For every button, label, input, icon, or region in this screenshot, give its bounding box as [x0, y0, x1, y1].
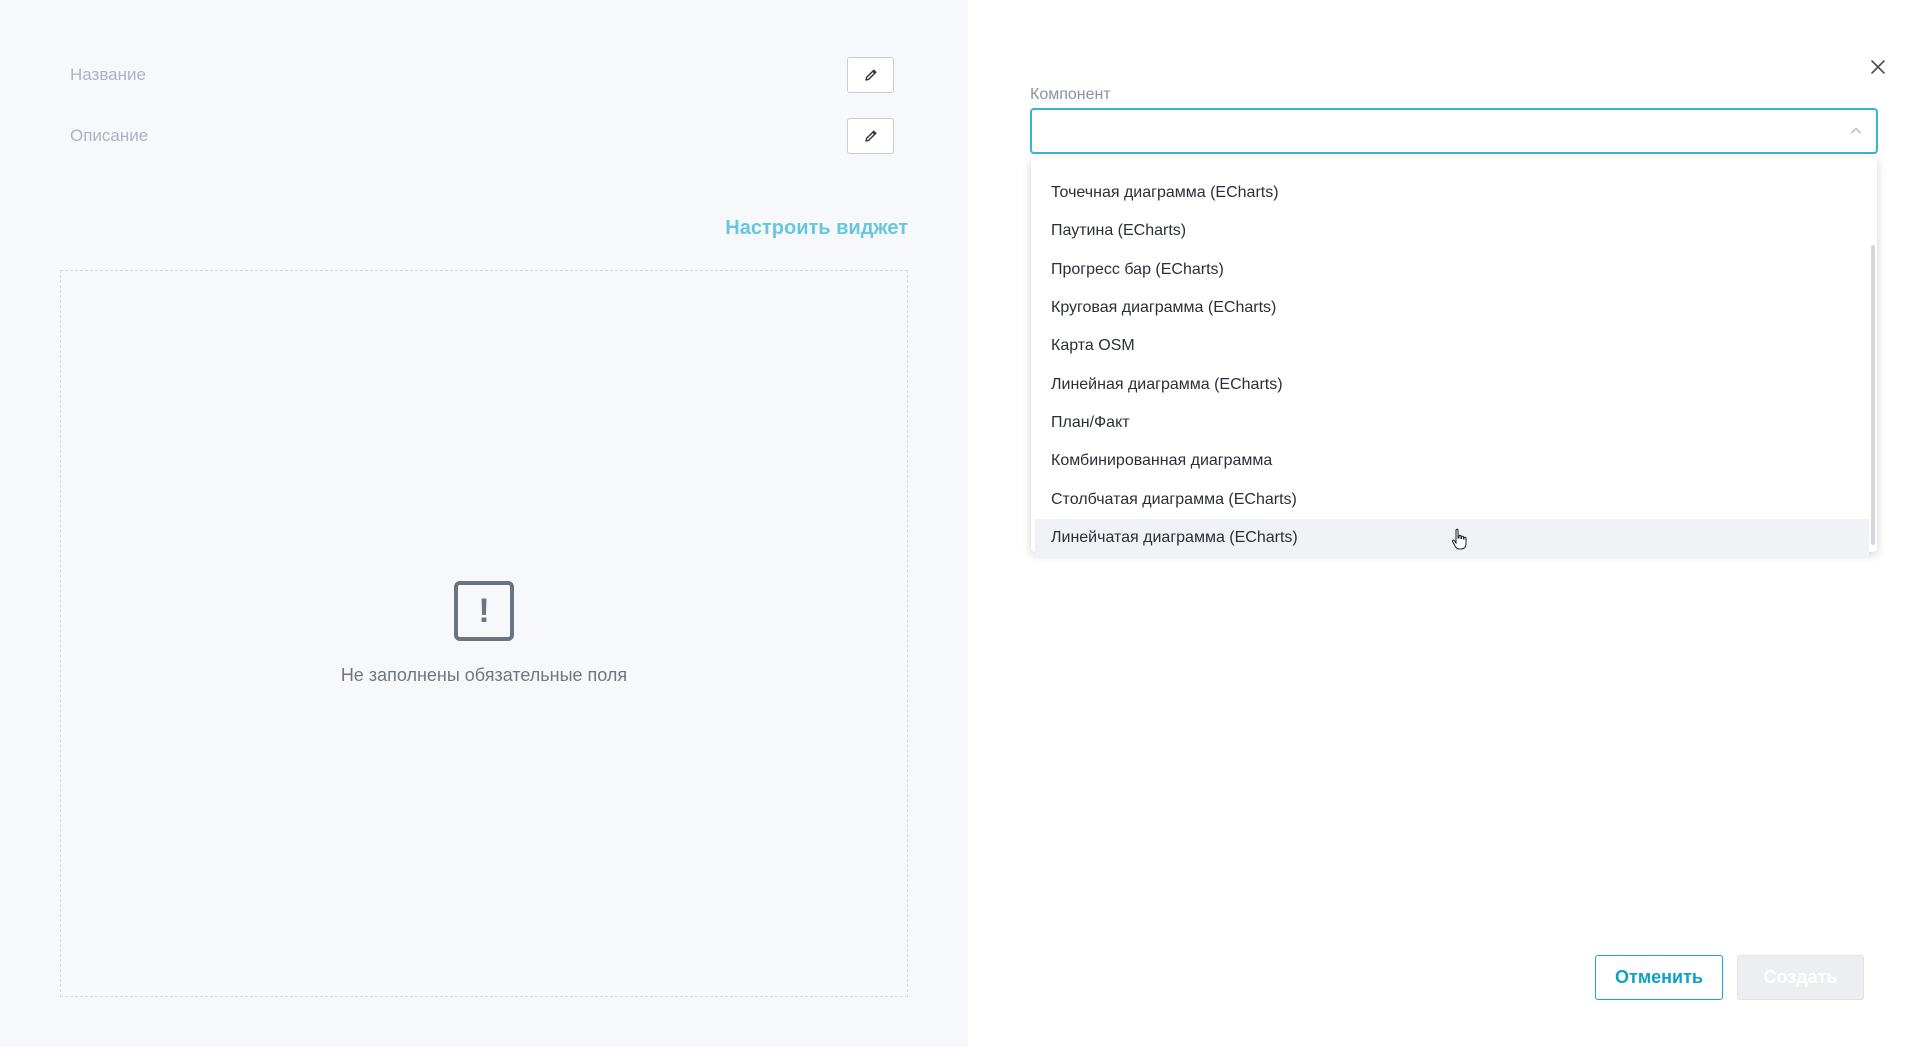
dropdown-option[interactable]: Точечная диаграмма (ECharts)	[1035, 174, 1869, 212]
create-button[interactable]: Создать	[1737, 955, 1864, 1000]
pencil-icon	[864, 130, 876, 142]
edit-description-button[interactable]	[847, 118, 894, 154]
widget-preview-panel: Название Описание Настроить виджет ! Не …	[0, 0, 968, 1047]
warning-icon: !	[454, 581, 514, 641]
component-settings-panel: Компонент Точечная диаграмма (ECharts) Па…	[968, 0, 1919, 1047]
close-icon[interactable]	[1867, 56, 1889, 78]
name-field-row: Название	[70, 55, 894, 95]
dropdown-option[interactable]: Комбинированная диаграмма	[1035, 442, 1869, 480]
dropdown-option[interactable]: Паутина (ECharts)	[1035, 212, 1869, 250]
component-select[interactable]	[1030, 108, 1878, 154]
dropdown-option[interactable]: План/Факт	[1035, 404, 1869, 442]
edit-name-button[interactable]	[847, 57, 894, 93]
dropdown-option[interactable]: Карта OSM	[1035, 327, 1869, 365]
dropdown-list: Точечная диаграмма (ECharts) Паутина (ECh…	[1035, 174, 1869, 557]
chevron-up-icon[interactable]	[1848, 123, 1864, 139]
configure-widget-link[interactable]: Настроить виджет	[725, 217, 908, 240]
widget-preview-area: ! Не заполнены обязательные поля	[60, 270, 908, 997]
description-label: Описание	[70, 126, 149, 145]
widget-editor-dialog: Название Описание Настроить виджет ! Не …	[0, 0, 1919, 1047]
empty-state: ! Не заполнены обязательные поля	[61, 581, 907, 686]
dropdown-option[interactable]: Круговая диаграмма (ECharts)	[1035, 289, 1869, 327]
description-field-row: Описание	[70, 116, 894, 156]
cancel-button[interactable]: Отменить	[1595, 955, 1723, 1000]
dropdown-scrollbar[interactable]	[1871, 245, 1875, 545]
dropdown-option[interactable]: Столбчатая диаграмма (ECharts)	[1035, 480, 1869, 518]
component-label: Компонент	[1030, 86, 1111, 103]
empty-state-message: Не заполнены обязательные поля	[340, 665, 628, 685]
dropdown-option[interactable]: Прогресс бар (ECharts)	[1035, 251, 1869, 289]
pencil-icon	[864, 69, 876, 81]
name-label: Название	[70, 65, 146, 84]
dropdown-option[interactable]: Линейная диаграмма (ECharts)	[1035, 365, 1869, 403]
hand-cursor-icon	[1451, 528, 1467, 550]
component-dropdown: Точечная диаграмма (ECharts) Паутина (ECh…	[1031, 157, 1877, 557]
